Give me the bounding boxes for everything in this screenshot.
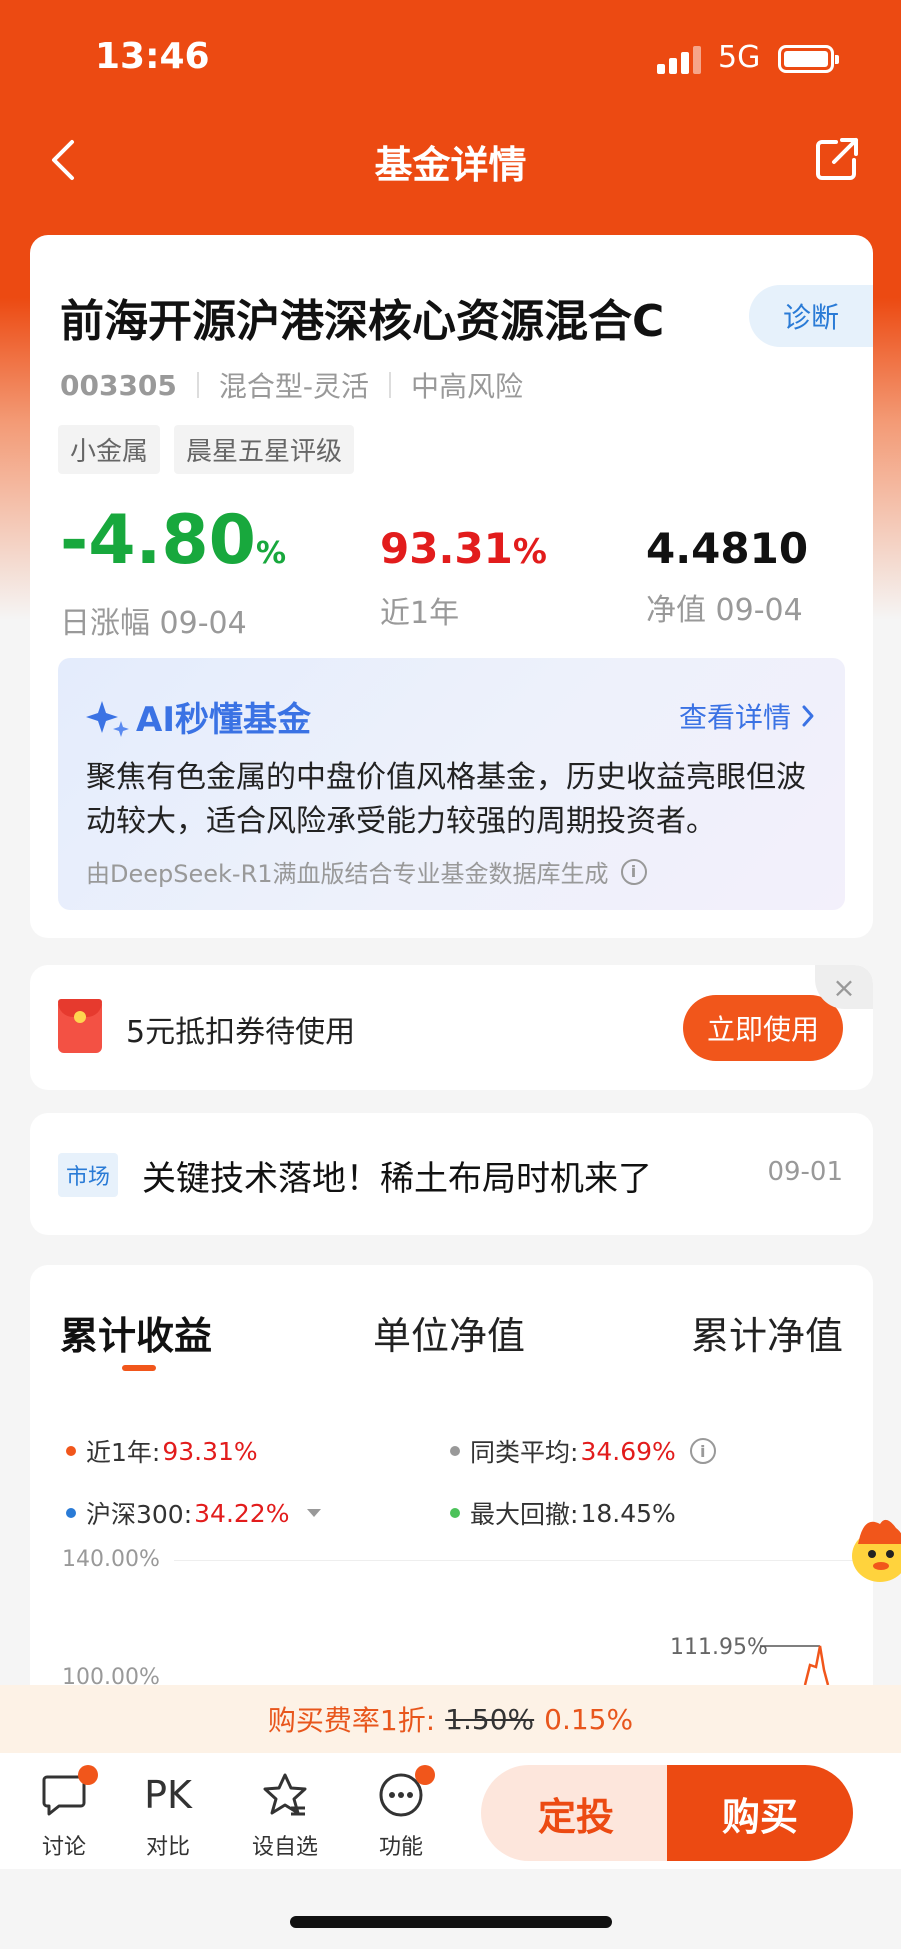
fund-tag[interactable]: 小金属 xyxy=(58,425,161,474)
fund-tags: 小金属 晨星五星评级 xyxy=(58,425,355,474)
pk-icon: PK xyxy=(144,1773,192,1817)
battery-icon xyxy=(778,45,839,73)
buy-button[interactable]: 购买 xyxy=(667,1765,853,1861)
year-return-label: 近1年 xyxy=(380,596,460,631)
daily-change-metric: -4.80% 日涨幅 09-04 xyxy=(60,503,286,642)
daily-change-value: -4.80% xyxy=(60,501,287,580)
news-tag: 市场 xyxy=(58,1153,119,1197)
year-return-metric: 93.31% 近1年 xyxy=(380,519,547,632)
fund-info-card: 前海开源沪港深核心资源混合C 诊断 003305 混合型-灵活 中高风险 小金属… xyxy=(30,235,873,938)
fund-type: 混合型-灵活 xyxy=(218,370,370,403)
ai-more-link[interactable]: 查看详情 xyxy=(679,696,815,736)
functions-button[interactable]: 功能 xyxy=(361,1765,441,1861)
fund-code: 003305 xyxy=(60,368,177,402)
compare-button[interactable]: PK 对比 xyxy=(128,1771,208,1861)
red-envelope-icon xyxy=(58,999,102,1053)
divider xyxy=(389,372,392,398)
bottom-action-bar: 讨论 PK 对比 设自选 功能 定投 购买 xyxy=(0,1753,901,1869)
fund-risk: 中高风险 xyxy=(411,370,524,403)
add-watchlist-button[interactable]: 设自选 xyxy=(245,1771,325,1861)
star-icon xyxy=(263,1773,307,1816)
fee-label: 购买费率1折: xyxy=(267,1704,436,1737)
series-line-1y xyxy=(803,1645,830,1685)
performance-chart-card: 累计收益 单位净值 累计净值 近1年: 93.31% 同类平均: 34.69% i … xyxy=(30,1265,873,1685)
home-indicator[interactable] xyxy=(290,1916,612,1928)
fee-discounted: 0.15% xyxy=(544,1702,634,1736)
news-title[interactable]: 关键技术落地！稀土布局时机来了 xyxy=(142,1151,652,1200)
nav-metric: 4.4810 净值 09-04 xyxy=(646,519,808,629)
mascot-icon[interactable] xyxy=(846,1510,901,1586)
nav-label: 净值 09-04 xyxy=(646,593,803,628)
share-button[interactable] xyxy=(814,136,860,182)
divider xyxy=(196,372,199,398)
news-card[interactable]: 市场 关键技术落地！稀土布局时机来了 09-01 xyxy=(30,1113,873,1235)
nav-value: 4.4810 xyxy=(646,524,809,573)
chart-plot xyxy=(760,1645,830,1685)
fund-tag[interactable]: 晨星五星评级 xyxy=(174,425,355,474)
news-date: 09-01 xyxy=(767,1157,843,1187)
use-coupon-button[interactable]: 立即使用 xyxy=(683,995,843,1061)
sparkle-icon xyxy=(86,700,129,737)
coupon-card: 5元抵扣券待使用 立即使用 × xyxy=(30,965,873,1090)
chevron-right-icon xyxy=(802,705,814,727)
year-return-value: 93.31% xyxy=(380,524,547,573)
fund-name: 前海开源沪港深核心资源混合C xyxy=(60,296,665,347)
ai-title: AI秒懂基金 xyxy=(86,692,311,741)
notification-dot xyxy=(78,1765,98,1785)
notification-dot xyxy=(415,1765,435,1785)
diagnose-button[interactable]: 诊断 xyxy=(749,285,873,347)
coupon-text: 5元抵扣券待使用 xyxy=(126,1015,356,1050)
ai-summary-text: 聚焦有色金属的中盘价值风格基金，历史收益亮眼但波动较大，适合风险承受能力较强的周… xyxy=(86,760,806,839)
ai-footnote: 由DeepSeek-R1满血版结合专业基金数据库生成 i xyxy=(86,854,647,889)
status-time: 13:46 xyxy=(95,36,210,77)
share-icon xyxy=(816,138,858,180)
page-title: 基金详情 xyxy=(374,143,527,187)
ai-summary-box[interactable]: AI秒懂基金 查看详情 聚焦有色金属的中盘价值风格基金，历史收益亮眼但波动较大，… xyxy=(58,658,845,910)
fee-original: 1.50% xyxy=(445,1702,535,1736)
signal-icon xyxy=(657,46,703,74)
fund-meta: 003305 混合型-灵活 中高风险 xyxy=(60,365,523,405)
network-label: 5G xyxy=(718,40,761,75)
discuss-button[interactable]: 讨论 xyxy=(24,1765,104,1861)
daily-change-label: 日涨幅 09-04 xyxy=(60,606,247,641)
fee-banner: 购买费率1折: 1.50% 0.15% xyxy=(0,1685,901,1753)
auto-invest-button[interactable]: 定投 xyxy=(481,1765,671,1861)
info-icon[interactable]: i xyxy=(620,858,647,885)
